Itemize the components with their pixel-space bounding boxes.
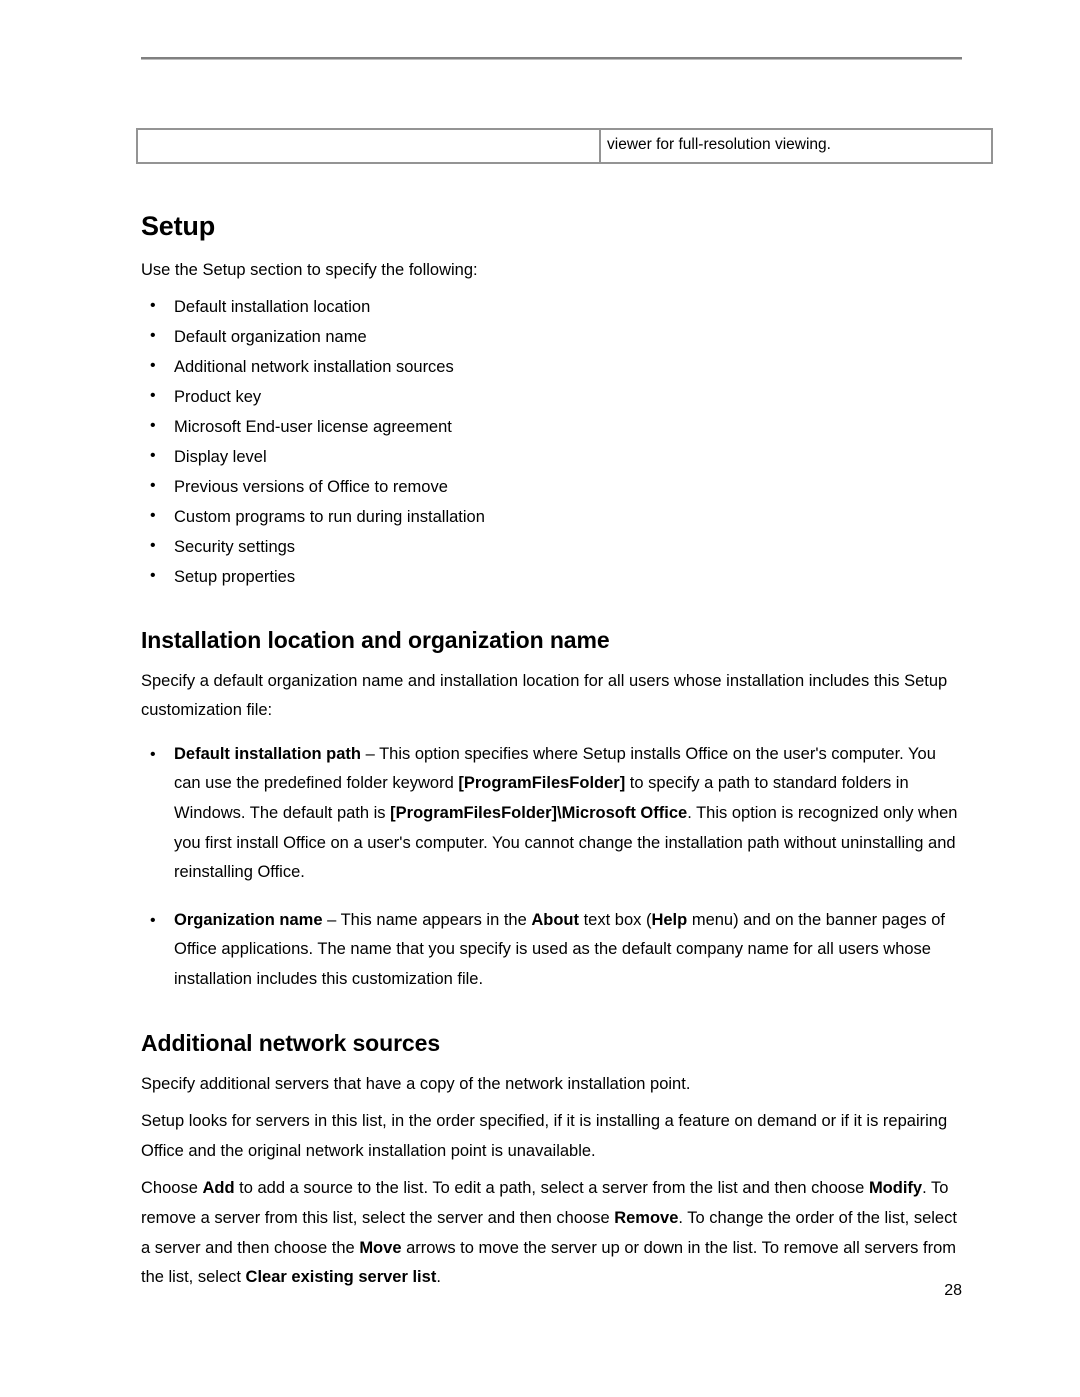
option-body-2: text box ( (579, 910, 652, 929)
header-rule (141, 57, 962, 60)
heading-additional-network-sources: Additional network sources (141, 1029, 441, 1056)
installation-location-intro: Specify a default organization name and … (141, 671, 948, 720)
option-keyword-2: [ProgramFilesFolder]\Microsoft Office (390, 803, 688, 822)
table-cell-left (136, 128, 601, 164)
list-item: Display level (141, 441, 962, 472)
option-body-1: – This name appears in the (322, 910, 532, 929)
table-row: viewer for full-resolution viewing. (136, 128, 993, 164)
setup-bullet-list: Default installation location Default or… (141, 291, 962, 592)
list-item: Previous versions of Office to remove (141, 471, 962, 502)
network-sources-paragraph-2: Setup looks for servers in this list, in… (141, 1112, 948, 1160)
installation-option-list: Default installation path – This option … (141, 740, 962, 995)
option-term: Default installation path (174, 744, 362, 763)
list-item: Microsoft End-user license agreement (141, 411, 962, 442)
list-item: Additional network installation sources (141, 351, 962, 382)
list-item: Default installation location (141, 291, 962, 322)
table-cell-right: viewer for full-resolution viewing. (599, 128, 993, 164)
text-segment: Choose (141, 1179, 203, 1198)
list-item: Setup properties (141, 561, 962, 592)
document-page: viewer for full-resolution viewing. Setu… (0, 0, 1080, 1397)
option-keyword-1: About (531, 910, 580, 929)
list-item: Default organization name (141, 321, 962, 352)
document-content: Setup Use the Setup section to specify t… (141, 210, 962, 1301)
page-number: 28 (944, 1282, 962, 1299)
text-segment: to add a source to the list. To edit a p… (234, 1179, 869, 1198)
option-keyword-1: [ProgramFilesFolder] (458, 774, 626, 793)
option-keyword-2: Help (651, 910, 688, 929)
network-sources-paragraph-1: Specify additional servers that have a c… (141, 1074, 691, 1093)
command-modify: Modify (868, 1179, 923, 1198)
command-add: Add (202, 1179, 235, 1198)
list-item: Security settings (141, 531, 962, 562)
setup-intro: Use the Setup section to specify the fol… (141, 261, 478, 279)
list-item-default-installation-path: Default installation path – This option … (141, 740, 962, 888)
option-term: Organization name (174, 910, 323, 929)
list-item-organization-name: Organization name – This name appears in… (141, 906, 962, 995)
list-item: Custom programs to run during installati… (141, 501, 962, 532)
list-item: Product key (141, 381, 962, 412)
carryover-table: viewer for full-resolution viewing. (136, 128, 993, 164)
command-remove: Remove (614, 1208, 679, 1227)
heading-setup: Setup (141, 211, 216, 241)
network-sources-paragraph-3: Choose Add to add a source to the list. … (141, 1174, 962, 1292)
command-move: Move (359, 1238, 402, 1257)
heading-installation-location: Installation location and organization n… (141, 626, 610, 653)
